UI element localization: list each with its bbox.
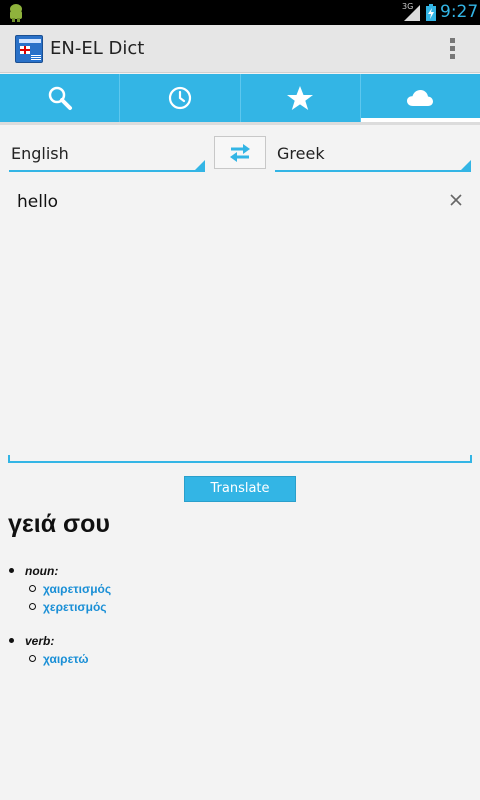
translate-button[interactable]: Translate: [184, 476, 296, 502]
status-bar: 3G 9:27: [0, 0, 480, 25]
clock: 9:27: [440, 2, 479, 22]
tab-search[interactable]: [0, 74, 121, 122]
tab-online[interactable]: [360, 74, 480, 122]
part-of-speech-label: noun:: [25, 564, 59, 578]
signal-icon: [404, 5, 420, 21]
battery-icon: [426, 4, 436, 21]
tab-bar-divider: [0, 122, 480, 125]
tab-bar: [0, 74, 480, 122]
overflow-menu-icon[interactable]: [448, 38, 456, 60]
target-language-label: Greek: [277, 144, 325, 163]
greek-flag-icon: [31, 54, 41, 61]
target-language-spinner[interactable]: Greek: [275, 136, 471, 172]
dropdown-corner-icon: [461, 160, 471, 170]
source-language-label: English: [11, 144, 69, 163]
tab-favorites[interactable]: [241, 74, 361, 122]
result-headword: γειά σου: [8, 510, 110, 538]
input-text: hello: [17, 192, 59, 212]
part-of-speech-label: verb:: [25, 634, 55, 648]
translation-text: χαιρετισμός: [43, 582, 112, 596]
tab-history[interactable]: [120, 74, 241, 122]
history-icon: [168, 86, 191, 110]
action-bar: EN-EL Dict: [0, 25, 480, 73]
cloud-icon: [407, 90, 434, 106]
uk-flag-icon: [20, 46, 30, 54]
text-input[interactable]: hello: [8, 180, 472, 463]
android-notification-icon: [10, 4, 22, 22]
source-language-spinner[interactable]: English: [9, 136, 205, 172]
translation-text: χερετισμός: [43, 600, 107, 614]
app-title: EN-EL Dict: [50, 38, 145, 59]
swap-languages-button[interactable]: [214, 136, 266, 169]
star-icon: [287, 86, 314, 110]
search-icon: [48, 86, 72, 110]
dropdown-corner-icon: [195, 160, 205, 170]
swap-icon: [230, 144, 250, 162]
clear-icon[interactable]: [448, 192, 464, 208]
app-icon: [15, 35, 43, 63]
translation-text: χαιρετώ: [43, 652, 89, 666]
